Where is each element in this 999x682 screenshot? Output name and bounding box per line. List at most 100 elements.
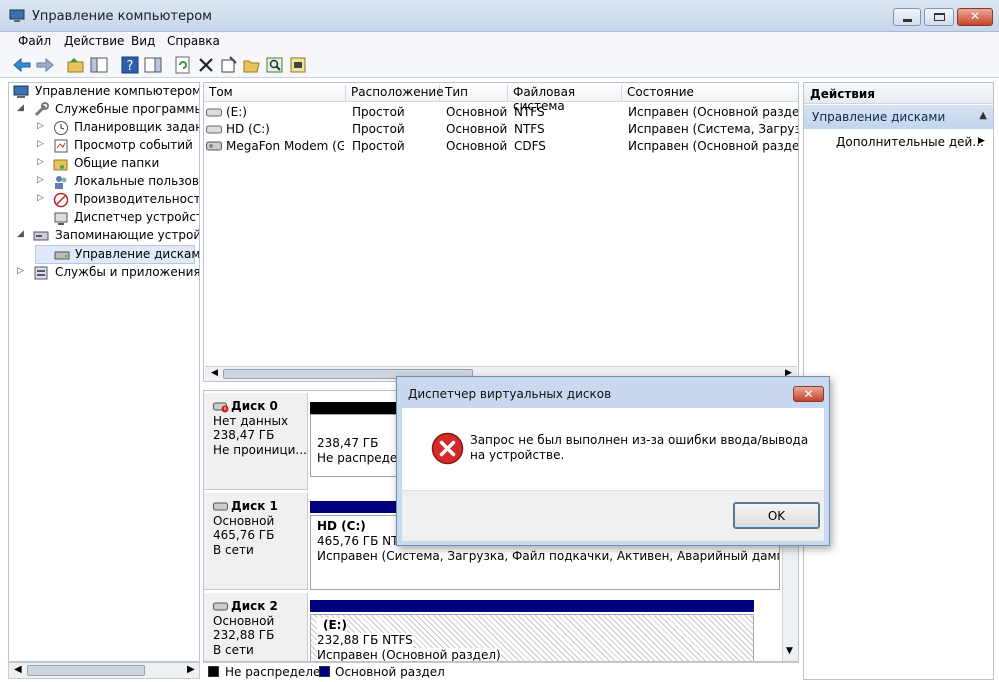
expand-arrow-icon[interactable]: ▷ — [37, 121, 44, 131]
open-folder-icon[interactable] — [242, 55, 262, 75]
table-row[interactable]: MegaFon Modem (G:) Простой Основной CDFS… — [204, 138, 798, 155]
cell-layout: Простой — [352, 122, 405, 136]
expand-arrow-icon[interactable]: ▷ — [37, 157, 44, 167]
properties-icon[interactable] — [219, 55, 239, 75]
delete-icon[interactable] — [196, 55, 216, 75]
actions-section-disk-management[interactable]: Управление дисками ▲ — [804, 105, 993, 129]
disk-status: В сети — [213, 542, 254, 557]
scroll-left-icon[interactable]: ◀ — [14, 664, 22, 675]
column-header-status[interactable]: Состояние — [622, 85, 798, 102]
menu-help[interactable]: Справка — [167, 34, 220, 48]
maximize-button[interactable] — [924, 8, 954, 26]
collapse-arrow-icon[interactable]: ◢ — [17, 229, 24, 239]
clock-icon — [54, 121, 68, 135]
partition-size: 238,47 ГБ — [317, 436, 379, 450]
tree-label: Планировщик заданий — [74, 120, 199, 134]
disk-0-label[interactable]: Диск 0 Нет данных 238,47 ГБ Не проиници.… — [204, 393, 308, 490]
expand-arrow-icon[interactable]: ▷ — [37, 175, 44, 185]
expand-arrow-icon[interactable]: ▷ — [37, 139, 44, 149]
tree-label: Локальные пользовате — [74, 174, 199, 188]
scroll-left-icon[interactable]: ◀ — [211, 368, 218, 378]
close-button[interactable]: ✕ — [957, 8, 993, 26]
collapse-up-icon[interactable]: ▲ — [979, 110, 987, 121]
menu-file[interactable]: Файл — [18, 34, 51, 48]
disk-size: 238,47 ГБ — [213, 428, 275, 442]
legend-bar: Не распределен Основной раздел — [203, 662, 799, 680]
disk-status: Не проиници... — [213, 442, 307, 457]
properties-pane-icon[interactable] — [143, 55, 163, 75]
column-header-type[interactable]: Тип — [440, 85, 508, 102]
disk-0-partition[interactable]: 238,47 ГБ Не распределе — [310, 414, 402, 477]
expand-arrow-icon[interactable]: ▷ — [37, 193, 44, 203]
modem-drive-icon — [206, 141, 222, 151]
primary-swatch — [319, 666, 330, 677]
partition-name: (E:) — [317, 618, 347, 633]
partition-status: Исправен (Основной раздел) — [317, 648, 501, 662]
title-bar: Управление компьютером ✕ — [0, 0, 999, 32]
restore-icon — [934, 13, 945, 21]
table-row[interactable]: HD (C:) Простой Основной NTFS Исправен (… — [204, 121, 798, 138]
cell-filesystem: CDFS — [514, 139, 546, 153]
svg-text:?: ? — [127, 59, 134, 74]
storage-icon — [33, 231, 49, 241]
column-header-filesystem[interactable]: Файловая система — [508, 85, 622, 113]
forward-arrow-icon[interactable] — [35, 55, 55, 75]
more-actions-item[interactable]: Дополнительные дей... ▶ — [836, 135, 985, 149]
computer-management-icon — [9, 9, 25, 22]
ok-button[interactable]: OK — [733, 502, 820, 529]
tree-horizontal-scrollbar[interactable]: ◀ ▶ — [8, 662, 200, 679]
disk-1-label[interactable]: Диск 1 Основной 465,76 ГБ В сети — [204, 493, 308, 590]
disk-icon — [213, 502, 228, 511]
toolbar: ? — [0, 52, 999, 78]
disk-type: Основной — [213, 613, 275, 628]
disk-size: 465,76 ГБ — [213, 528, 275, 542]
expand-arrow-icon[interactable]: ▷ — [17, 266, 24, 276]
menu-view[interactable]: Вид — [131, 34, 155, 48]
event-viewer-icon — [54, 139, 68, 153]
collapse-arrow-icon[interactable]: ◢ — [17, 103, 24, 113]
cell-filesystem: NTFS — [514, 105, 545, 119]
disk-2-label[interactable]: Диск 2 Основной 232,88 ГБ В сети — [204, 593, 308, 661]
dialog-footer: OK — [402, 490, 824, 541]
scroll-thumb[interactable] — [27, 665, 145, 676]
volume-list-header: Том Расположение Тип Файловая система Со… — [204, 83, 798, 113]
column-header-layout[interactable]: Расположение — [346, 85, 444, 102]
column-header-volume[interactable]: Том — [204, 85, 346, 102]
actions-title: Действия — [804, 83, 993, 104]
minimize-button[interactable] — [893, 8, 921, 26]
search-icon[interactable] — [265, 55, 285, 75]
back-arrow-icon[interactable] — [12, 55, 32, 75]
drive-icon — [206, 125, 222, 134]
tree-label: Диспетчер устройств — [74, 210, 200, 224]
users-icon — [55, 176, 67, 189]
tree-item-disk-management[interactable]: Управление дисками — [35, 245, 199, 264]
menu-action[interactable]: Действие — [64, 34, 124, 48]
minimize-icon — [903, 19, 912, 22]
error-icon — [431, 432, 464, 465]
disk-name: Диск 2 — [231, 599, 278, 613]
table-row[interactable]: (E:) Простой Основной NTFS Исправен (Осн… — [204, 104, 798, 121]
disk-type: Основной — [213, 513, 275, 528]
partition-status: Исправен (Система, Загрузка, Файл подкач… — [317, 549, 779, 563]
scroll-down-icon[interactable]: ▼ — [786, 646, 793, 656]
shared-folder-icon — [53, 159, 68, 171]
tree-label: Управление компьютером (л — [35, 84, 200, 98]
refresh-icon[interactable] — [173, 55, 193, 75]
tree-label: Просмотр событий — [74, 138, 193, 152]
help-icon[interactable]: ? — [120, 55, 140, 75]
cell-type: Основной — [446, 139, 508, 153]
up-folder-icon[interactable] — [66, 55, 86, 75]
primary-partition-bar — [310, 600, 754, 612]
dialog-close-button[interactable]: ✕ — [793, 386, 824, 402]
tools-icon — [34, 102, 49, 117]
show-hide-tree-icon[interactable] — [89, 55, 109, 75]
computer-management-icon — [13, 85, 29, 98]
tree-label: Службы и приложения — [55, 265, 200, 279]
disk-2-partition[interactable]: (E:) 232,88 ГБ NTFS Исправен (Основной р… — [310, 614, 754, 662]
disk-management-icon — [54, 251, 70, 260]
disk-properties-icon[interactable] — [288, 55, 308, 75]
cell-status: Исправен (Основной раздел) — [628, 105, 798, 119]
close-icon: ✕ — [969, 9, 981, 23]
scroll-right-icon[interactable]: ▶ — [187, 664, 195, 675]
more-actions-label: Дополнительные дей... — [836, 135, 984, 149]
